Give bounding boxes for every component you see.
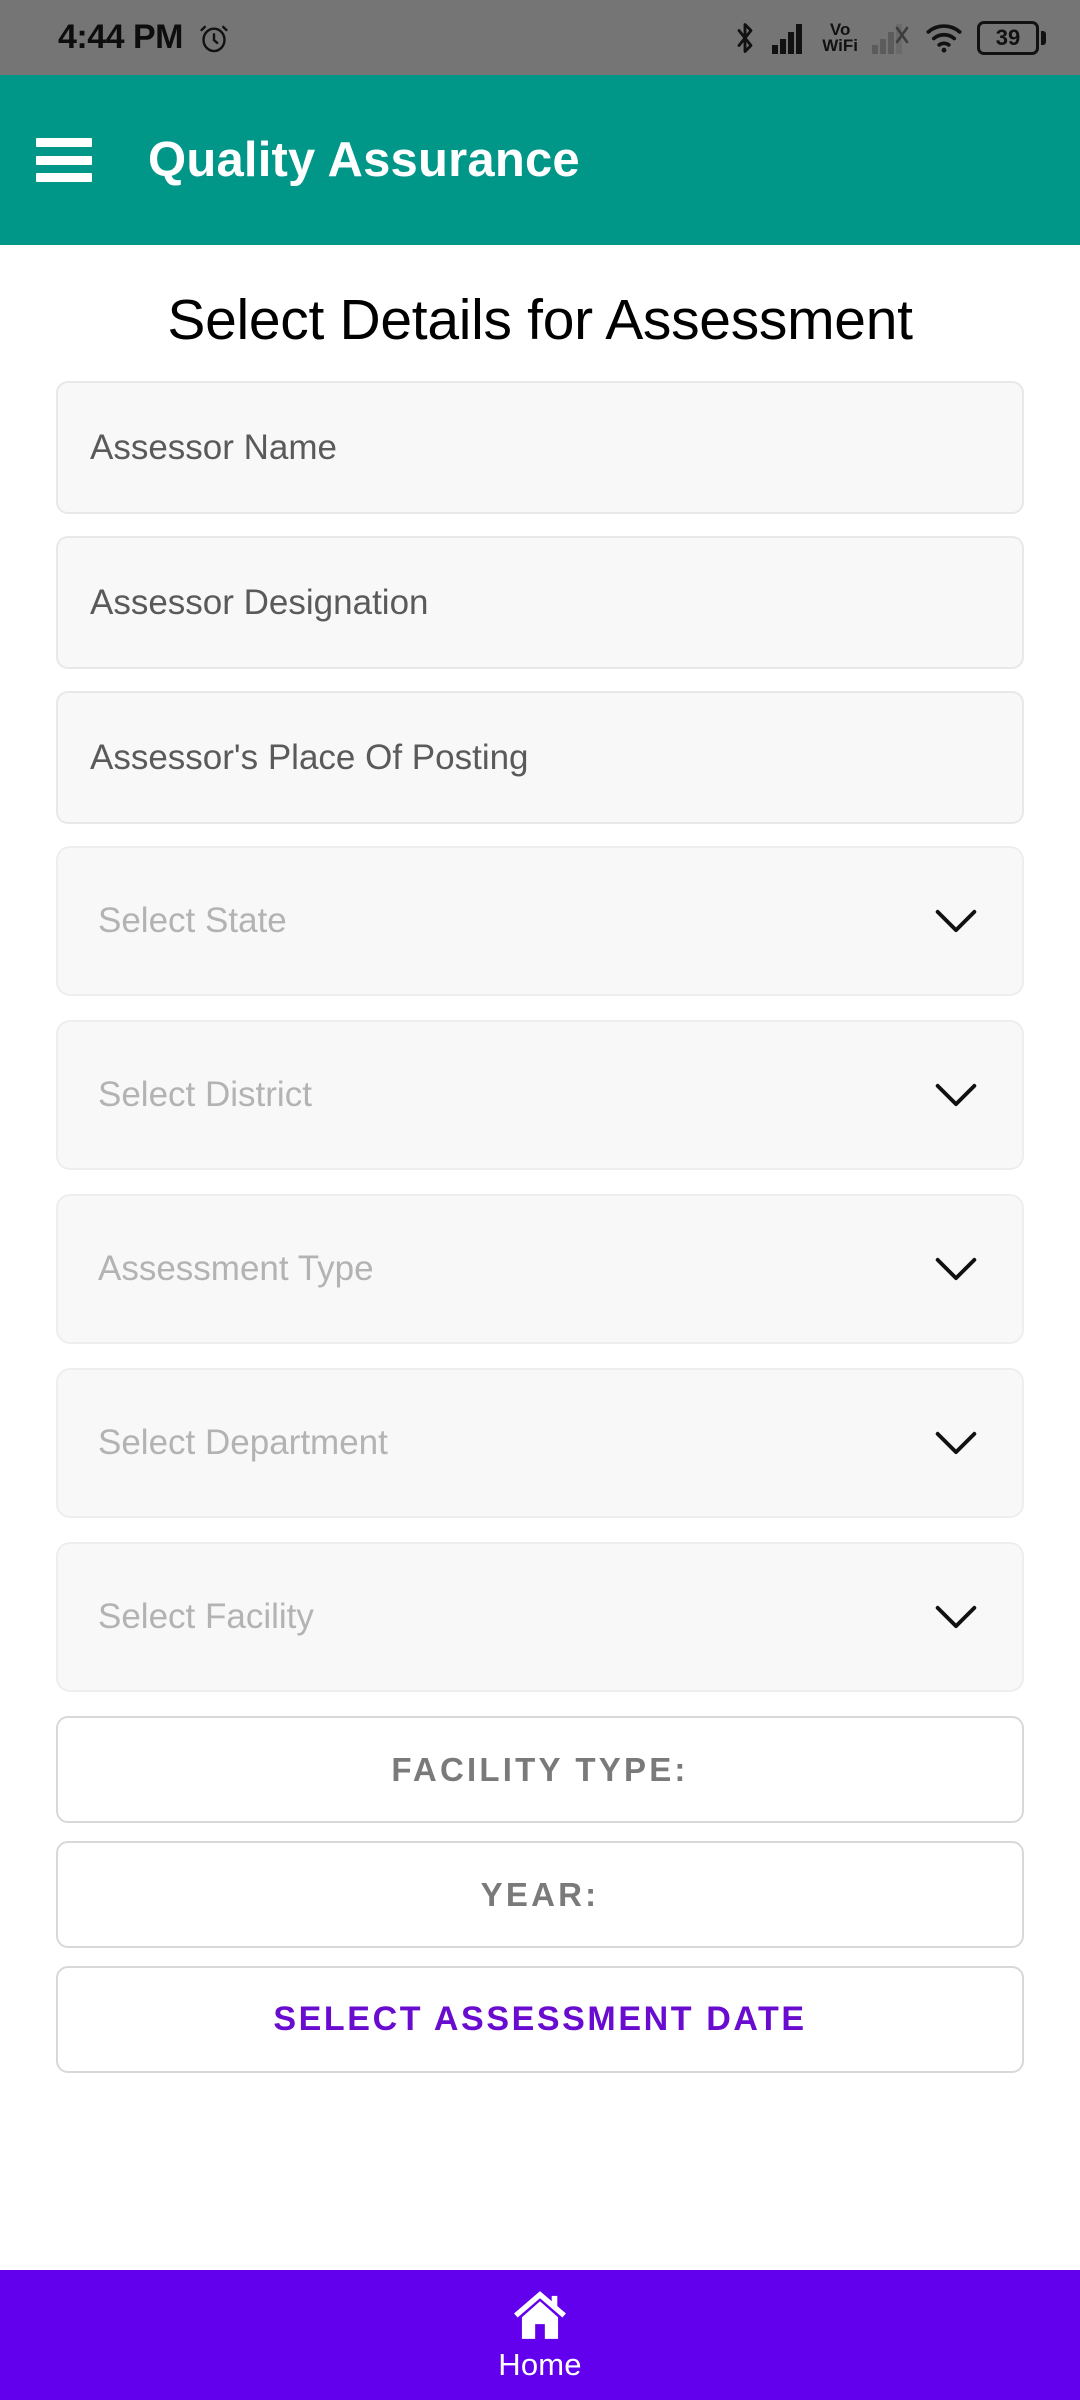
- vowifi-indicator: Vo WiFi: [822, 21, 858, 55]
- app-bar-title: Quality Assurance: [148, 133, 580, 187]
- battery-icon: 39: [977, 20, 1046, 55]
- status-bar-right: Vo WiFi 39: [732, 20, 1046, 56]
- app-root: 4:44 PM Vo WiFi 39 Quality Assurance Sel…: [0, 0, 1080, 2400]
- battery-level-text: 39: [995, 24, 1021, 50]
- assessor-name-placeholder: Assessor Name: [90, 427, 338, 467]
- assessor-designation-placeholder: Assessor Designation: [90, 582, 429, 622]
- select-district-placeholder: Select District: [98, 1075, 312, 1114]
- chevron-down-icon[interactable]: [934, 1081, 978, 1109]
- page-title: Select Details for Assessment: [167, 288, 913, 352]
- field-assessor-designation[interactable]: Assessor Designation: [56, 536, 1024, 669]
- field-assessor-place-of-posting[interactable]: Assessor's Place Of Posting: [56, 691, 1024, 824]
- hamburger-bar-3: [36, 173, 92, 182]
- year-label: YEAR:: [480, 1875, 600, 1913]
- wifi-icon: [924, 22, 964, 54]
- select-facility-placeholder: Select Facility: [98, 1597, 314, 1636]
- select-assessment-date-label: SELECT ASSESSMENT DATE: [273, 2000, 807, 2038]
- hamburger-bar-2: [36, 155, 92, 165]
- nav-item-home-label: Home: [498, 2347, 582, 2382]
- year-button[interactable]: YEAR:: [56, 1841, 1024, 1948]
- select-assessment-date-button[interactable]: SELECT ASSESSMENT DATE: [56, 1966, 1024, 2073]
- dropdown-select-facility[interactable]: Select Facility: [56, 1542, 1024, 1692]
- form-content: Select Details for Assessment Assessor N…: [0, 245, 1080, 2400]
- dropdown-assessment-type[interactable]: Assessment Type: [56, 1194, 1024, 1344]
- bluetooth-icon: [732, 20, 758, 56]
- dropdown-select-state[interactable]: Select State: [56, 846, 1024, 996]
- nav-item-home[interactable]: Home: [498, 2287, 582, 2383]
- bottom-navigation-bar: Home: [0, 2270, 1080, 2400]
- chevron-down-icon[interactable]: [934, 1603, 978, 1631]
- app-bar: Quality Assurance: [0, 75, 1080, 245]
- battery-tip: [1041, 30, 1046, 45]
- battery-body: 39: [977, 20, 1039, 55]
- chevron-down-icon[interactable]: [934, 907, 978, 935]
- home-icon: [509, 2287, 571, 2343]
- chevron-down-icon[interactable]: [934, 1255, 978, 1283]
- hamburger-bar-1: [36, 138, 92, 147]
- field-assessor-name[interactable]: Assessor Name: [56, 381, 1024, 514]
- vowifi-line-2: WiFi: [822, 35, 858, 55]
- dropdown-select-district[interactable]: Select District: [56, 1020, 1024, 1170]
- assessor-place-of-posting-placeholder: Assessor's Place Of Posting: [90, 737, 529, 777]
- status-bar-clock: 4:44 PM: [58, 18, 184, 56]
- assessment-type-placeholder: Assessment Type: [98, 1249, 374, 1288]
- alarm-clock-icon: [197, 21, 231, 55]
- dropdown-select-department[interactable]: Select Department: [56, 1368, 1024, 1518]
- cellular-signal-icon: [771, 22, 809, 54]
- select-state-placeholder: Select State: [98, 901, 287, 940]
- cellular-signal-no-service-icon: [871, 22, 911, 54]
- hamburger-menu-icon[interactable]: [36, 138, 92, 182]
- chevron-down-icon[interactable]: [934, 1429, 978, 1457]
- facility-type-button[interactable]: FACILITY TYPE:: [56, 1716, 1024, 1823]
- facility-type-label: FACILITY TYPE:: [391, 1750, 689, 1788]
- status-bar: 4:44 PM Vo WiFi 39: [0, 0, 1080, 75]
- select-department-placeholder: Select Department: [98, 1423, 388, 1462]
- status-bar-left: 4:44 PM: [58, 18, 231, 57]
